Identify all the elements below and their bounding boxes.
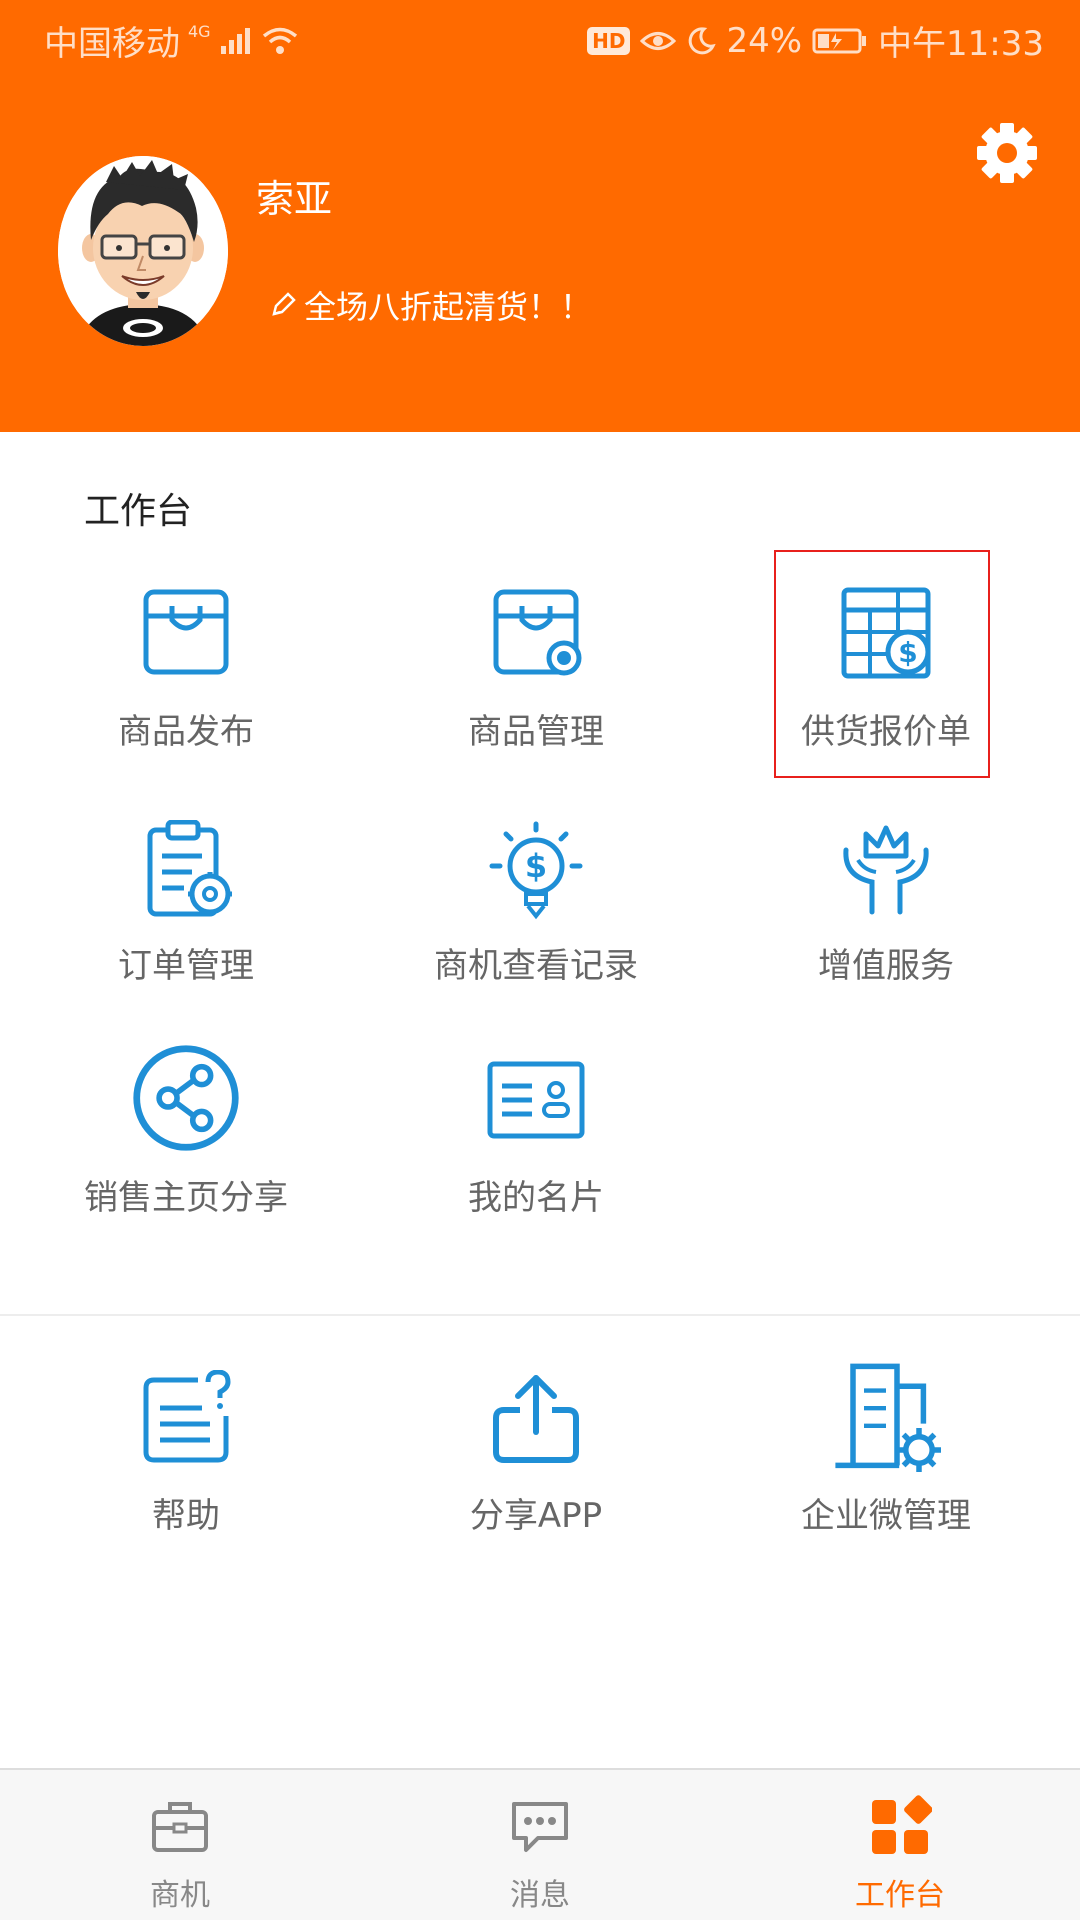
grid-item-label: 商机查看记录 (434, 946, 638, 986)
grid-item-label: 商品管理 (468, 712, 604, 752)
workbench-screen: 中国移动 4G HD 24% 中午11:33 索亚 全场八折起清货！！ 工作台 … (0, 0, 1080, 1920)
battery-percent: 24% (726, 20, 803, 61)
status-bar: 中国移动 4G HD 24% 中午11:33 (0, 0, 1080, 76)
slogan-text: 全场八折起清货！！ (304, 288, 593, 326)
bottom-tab-bar: 商机 消息 工作台 (0, 1768, 1080, 1920)
tab-label: 工作台 (855, 1878, 945, 1913)
workbench-grid-icon (872, 1795, 932, 1854)
workbench-title: 工作台 (84, 491, 193, 532)
signal-icon (220, 27, 250, 54)
grid-item-label: 我的名片 (468, 1178, 604, 1218)
status-left: 中国移动 4G (44, 16, 299, 65)
cartoon-avatar-icon (58, 156, 228, 346)
grid-item-label: 增值服务 (818, 946, 954, 986)
tab-label: 消息 (510, 1878, 570, 1913)
grid-item-help[interactable]: 帮助 (16, 1370, 356, 1590)
building-gear-icon (835, 1363, 941, 1472)
highlight-box (774, 550, 990, 778)
battery-icon (812, 28, 867, 53)
briefcase-icon (152, 1802, 208, 1852)
avatar[interactable] (58, 156, 228, 346)
grid-item-opportunity-records[interactable]: $ 商机查看记录 (366, 820, 706, 1040)
username: 索亚 (256, 177, 333, 221)
grid-item-business-card[interactable]: 我的名片 (366, 1052, 706, 1272)
business-card-icon (487, 1061, 585, 1139)
shopping-bag-manage-icon (493, 589, 582, 676)
grid-item-sales-share[interactable]: 销售主页分享 (16, 1045, 356, 1272)
status-right: HD 24% 中午11:33 (587, 16, 1044, 65)
grid-item-enterprise-manage[interactable]: 企业微管理 (716, 1363, 1056, 1590)
network-type: 4G (188, 22, 211, 41)
grid-item-share-app[interactable]: 分享APP (366, 1370, 706, 1590)
wifi-icon (262, 27, 297, 54)
help-document-icon (143, 1370, 231, 1463)
pencil-icon (272, 292, 296, 316)
moon-icon (689, 26, 717, 54)
grid-item-value-added[interactable]: 增值服务 (716, 820, 1056, 1040)
grid-item-product-manage[interactable]: 商品管理 (366, 586, 706, 806)
tab-workbench[interactable]: 工作台 (720, 1770, 1080, 1920)
dollar-bulb-icon: $ (489, 821, 583, 920)
crown-hands-icon (843, 825, 929, 915)
settings-button[interactable] (972, 118, 1042, 188)
tab-opportunities[interactable]: 商机 (0, 1770, 360, 1920)
tab-label: 商机 (150, 1878, 210, 1913)
grid-item-label: 帮助 (152, 1496, 220, 1536)
eye-comfort-icon (640, 31, 677, 50)
grid-item-label: 商品发布 (118, 712, 254, 752)
shopping-bag-icon (143, 589, 229, 675)
grid-item-label: 分享APP (469, 1496, 603, 1536)
hd-badge: HD (587, 26, 631, 55)
clipboard-gear-icon (147, 820, 232, 917)
grid-item-label: 订单管理 (118, 946, 254, 986)
tab-messages[interactable]: 消息 (360, 1770, 720, 1920)
section-divider (0, 1314, 1080, 1316)
clock: 中午11:33 (878, 24, 1044, 64)
slogan-row[interactable]: 全场八折起清货！！ (268, 282, 592, 328)
chat-bubble-icon (512, 1802, 568, 1852)
gear-icon (977, 123, 1037, 183)
profile-header: 中国移动 4G HD 24% 中午11:33 索亚 全场八折起清货！！ (0, 0, 1080, 432)
svg-text:$: $ (525, 847, 547, 885)
share-circle-icon (133, 1045, 239, 1151)
grid-item-product-publish[interactable]: 商品发布 (16, 586, 356, 806)
grid-item-order-manage[interactable]: 订单管理 (16, 820, 356, 1040)
upload-share-icon (493, 1375, 579, 1463)
grid-item-label: 企业微管理 (801, 1496, 971, 1536)
grid-item-label: 销售主页分享 (84, 1178, 288, 1218)
carrier-label: 中国移动 (44, 24, 180, 64)
